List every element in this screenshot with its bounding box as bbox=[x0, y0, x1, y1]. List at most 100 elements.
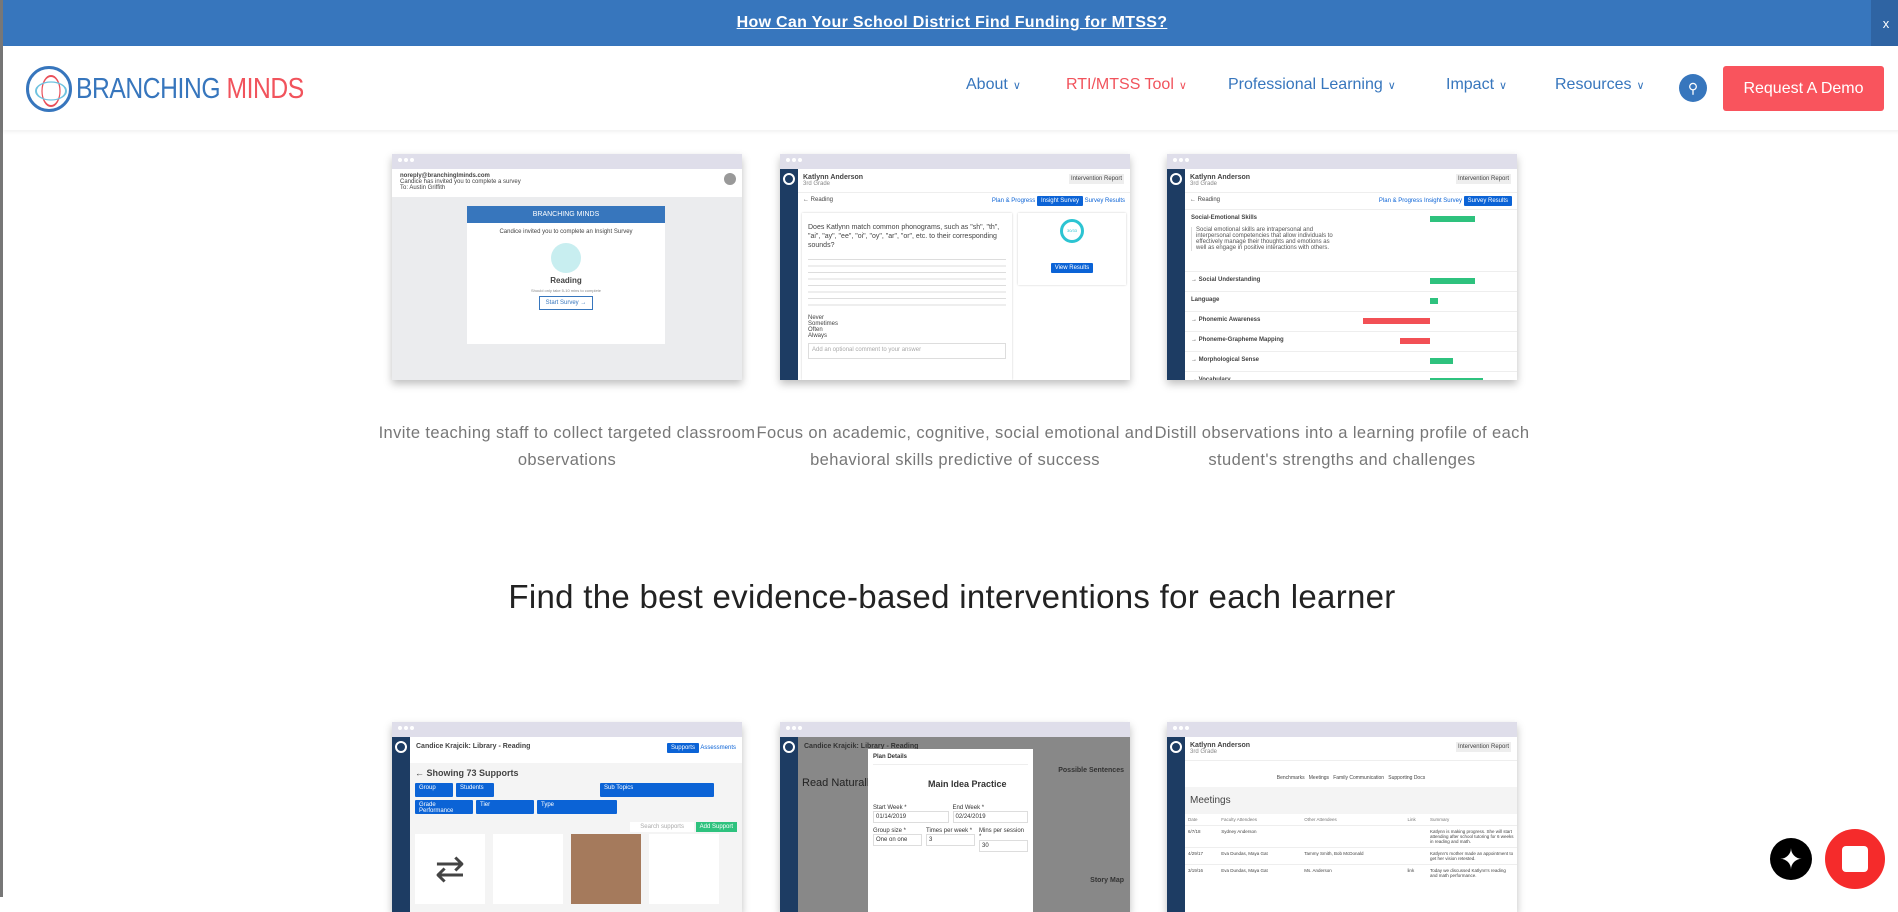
plan-name: Main Idea Practice bbox=[928, 779, 1007, 789]
chevron-down-icon: ∨ bbox=[1499, 80, 1508, 92]
skill-description: Social emotional skills are intrapersona… bbox=[1191, 227, 1341, 251]
window-bar bbox=[392, 154, 742, 169]
chat-icon[interactable] bbox=[1825, 829, 1885, 889]
survey-subject: Reading bbox=[550, 276, 582, 285]
avatar bbox=[724, 173, 736, 185]
skill-bar bbox=[1430, 298, 1438, 304]
logo-text-accent: MINDS bbox=[220, 72, 305, 105]
field-label: Times per week * bbox=[926, 828, 973, 834]
logo[interactable]: BRANCHING MINDS bbox=[26, 66, 344, 112]
field: 01/14/2019 bbox=[873, 811, 949, 823]
app-sidebar bbox=[780, 737, 798, 912]
add-support-button: Add Support bbox=[695, 822, 737, 832]
table-cell: Today we discussed Katlynn's reading and… bbox=[1430, 868, 1506, 878]
skill-row: Language bbox=[1185, 291, 1517, 311]
skill-label: → Phonemic Awareness bbox=[1191, 317, 1261, 323]
search-icon[interactable]: ⚲ bbox=[1679, 74, 1707, 102]
site-header: BRANCHING MINDS About ∨ RTI/MTSS Tool ∨ Pr… bbox=[3, 46, 1898, 130]
skill-label: Social-Emotional Skills bbox=[1191, 215, 1258, 221]
logo-text: BRANCHING bbox=[76, 72, 221, 105]
support-card: Read Naturally bbox=[802, 777, 875, 789]
skill-label: → Morphological Sense bbox=[1191, 357, 1260, 363]
logo-icon bbox=[26, 66, 72, 112]
column-header: Link bbox=[1407, 817, 1416, 822]
table-header: Date Faculty Attendees Other Attendees Link… bbox=[1185, 814, 1517, 826]
book-icon bbox=[551, 243, 581, 273]
breadcrumb: ← Reading bbox=[1190, 197, 1221, 203]
window-bar bbox=[392, 722, 742, 737]
support-card: Possible Sentences bbox=[1058, 767, 1124, 774]
pill: Supporting Docs bbox=[1388, 775, 1426, 781]
email-brand: BRANCHING MINDS bbox=[467, 206, 665, 223]
nav-rti-mtss-tool[interactable]: RTI/MTSS Tool ∨ bbox=[1066, 76, 1187, 94]
field: 3 bbox=[926, 834, 975, 846]
report-button: Intervention Report bbox=[1455, 174, 1511, 184]
skill-label: → Social Understanding bbox=[1191, 277, 1261, 283]
skill-row: → Phoneme-Grapheme Mapping bbox=[1185, 331, 1517, 351]
nav-about[interactable]: About ∨ bbox=[966, 76, 1021, 94]
table-cell: 4/29/17 bbox=[1188, 851, 1204, 856]
skill-label: → Vocabulary bbox=[1191, 377, 1231, 380]
accessibility-icon[interactable]: ✦ bbox=[1770, 838, 1812, 880]
skill-label: → Phoneme-Grapheme Mapping bbox=[1191, 337, 1284, 343]
nav-impact[interactable]: Impact ∨ bbox=[1446, 76, 1507, 94]
table-cell: Katlynn is making progress. She will sta… bbox=[1430, 829, 1514, 844]
skill-row: → Vocabulary bbox=[1185, 371, 1517, 380]
chevron-down-icon: ∨ bbox=[1012, 80, 1021, 92]
skill-bar bbox=[1430, 358, 1453, 364]
banner-close-button[interactable]: x bbox=[1871, 0, 1898, 46]
request-demo-button[interactable]: Request A Demo bbox=[1723, 66, 1884, 111]
skill-row: → Phonemic Awareness bbox=[1185, 311, 1517, 331]
field-label: Mins per session * bbox=[979, 828, 1025, 840]
nav-label: RTI/MTSS Tool bbox=[1066, 76, 1174, 93]
banner-link[interactable]: How Can Your School District Find Fundin… bbox=[737, 14, 1168, 32]
caption-focus: Focus on academic, cognitive, social emo… bbox=[756, 424, 1154, 469]
learning-profile-screenshot: Katlynn Anderson 3rd Grade Intervention Re… bbox=[1167, 154, 1517, 380]
breadcrumb: ← Reading bbox=[803, 197, 834, 203]
caption-distill: Distill observations into a learning pro… bbox=[1154, 424, 1530, 469]
skill-bar bbox=[1362, 318, 1430, 324]
nav-label: Professional Learning bbox=[1228, 76, 1383, 93]
field: 30 bbox=[979, 840, 1028, 852]
table-cell: Katlynn's mother made an appointment to … bbox=[1430, 851, 1514, 861]
window-bar bbox=[1167, 722, 1517, 737]
student-name: Katlynn Anderson bbox=[1190, 174, 1251, 181]
student-name: Katlynn Anderson bbox=[1190, 742, 1251, 749]
nav-professional-learning[interactable]: Professional Learning ∨ bbox=[1228, 76, 1396, 94]
app-sidebar bbox=[1167, 737, 1185, 912]
app-sidebar bbox=[780, 169, 798, 380]
skill-row: Social-Emotional Skills Social emotional … bbox=[1185, 209, 1517, 271]
filter: Students bbox=[456, 783, 494, 797]
nav-label: Resources bbox=[1555, 76, 1632, 93]
tab: Survey Results bbox=[1084, 198, 1125, 204]
table-cell: Tammy Smith, Bob McDonald bbox=[1304, 851, 1364, 856]
library-title: Candice Krajcik: Library - Reading bbox=[416, 743, 531, 750]
table-cell: Sydney Anderson bbox=[1221, 829, 1257, 834]
filter: Tier bbox=[476, 800, 534, 814]
caption-invite: Invite teaching staff to collect targete… bbox=[378, 424, 756, 469]
column-header: Faculty Attendees bbox=[1221, 817, 1257, 822]
chevron-down-icon: ∨ bbox=[1178, 80, 1187, 92]
skill-label: Language bbox=[1191, 297, 1220, 303]
support-library-screenshot: Candice Krajcik: Library - Reading Suppor… bbox=[392, 722, 742, 912]
chevron-down-icon: ∨ bbox=[1387, 80, 1396, 92]
view-results-button: View Results bbox=[1050, 263, 1094, 273]
skill-bar bbox=[1430, 378, 1483, 380]
survey-invite-screenshot: noreply@branchinglminds.com Candice has … bbox=[392, 154, 742, 380]
modal-title: Plan Details bbox=[873, 754, 1028, 765]
report-button: Intervention Report bbox=[1455, 742, 1511, 752]
tab-active: Supports bbox=[666, 743, 699, 753]
table-row: 3/19/16 Eva Dundas, Maya Gat Ms. Anderson l… bbox=[1185, 864, 1517, 882]
nav-resources[interactable]: Resources ∨ bbox=[1555, 76, 1645, 94]
tab: Plan & Progress bbox=[991, 198, 1036, 204]
table-cell: link bbox=[1407, 868, 1415, 873]
repeat-icon: ⇄ bbox=[415, 834, 485, 904]
table-cell: 3/19/16 bbox=[1188, 868, 1204, 873]
showing-count: ← Showing 73 Supports bbox=[415, 768, 519, 778]
column-header: Other Attendees bbox=[1304, 817, 1337, 822]
nav-label: Impact bbox=[1446, 76, 1495, 93]
app-sidebar bbox=[392, 737, 410, 912]
column-header: Summary bbox=[1430, 817, 1450, 822]
meetings-screenshot: Katlynn Anderson 3rd Grade Intervention Re… bbox=[1167, 722, 1517, 912]
survey-duration: Should only take 5-10 mins to complete bbox=[530, 288, 602, 293]
